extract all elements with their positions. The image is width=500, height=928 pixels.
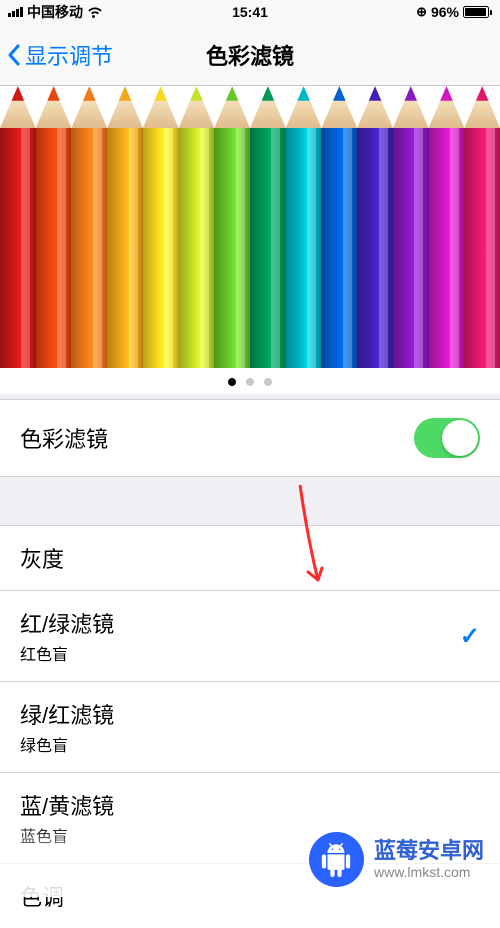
pencil: [0, 86, 36, 366]
page-dot[interactable]: [264, 378, 272, 386]
option-label: 色调: [20, 880, 64, 912]
pencil: [464, 86, 500, 366]
pencil: [286, 86, 322, 366]
filter-options: 灰度红/绿滤镜红色盲✓绿/红滤镜绿色盲蓝/黄滤镜蓝色盲色调: [0, 525, 500, 928]
filter-option[interactable]: 色调: [0, 864, 500, 928]
color-filter-toggle-row: 色彩滤镜: [0, 400, 500, 476]
toggle-label: 色彩滤镜: [20, 422, 108, 454]
filter-option[interactable]: 蓝/黄滤镜蓝色盲: [0, 773, 500, 864]
chevron-left-icon: [6, 43, 22, 67]
pencil: [179, 86, 215, 366]
page-title: 色彩滤镜: [206, 39, 294, 71]
page-dot[interactable]: [246, 378, 254, 386]
pencil: [250, 86, 286, 366]
toggle-knob: [442, 420, 478, 456]
option-sublabel: 红色盲: [20, 641, 114, 665]
toggle-section: 色彩滤镜: [0, 399, 500, 477]
status-bar: 中国移动 15:41 ⊕ 96%: [0, 0, 500, 24]
pencil: [214, 86, 250, 366]
option-label: 红/绿滤镜: [20, 607, 114, 639]
pencil: [321, 86, 357, 366]
wifi-icon: [87, 6, 103, 18]
pencil: [357, 86, 393, 366]
page-dot[interactable]: [228, 378, 236, 386]
filter-option[interactable]: 灰度: [0, 526, 500, 591]
pencil: [36, 86, 72, 366]
filter-option[interactable]: 绿/红滤镜绿色盲: [0, 682, 500, 773]
option-label: 绿/红滤镜: [20, 698, 114, 730]
status-left: 中国移动: [8, 2, 103, 22]
pencil: [393, 86, 429, 366]
pencil-preview[interactable]: [0, 86, 500, 394]
signal-icon: [8, 7, 23, 17]
battery-percent: 96%: [431, 4, 459, 20]
option-sublabel: 蓝色盲: [20, 823, 114, 847]
pencil: [143, 86, 179, 366]
status-right: ⊕ 96%: [416, 4, 492, 20]
option-sublabel: 绿色盲: [20, 732, 114, 756]
orientation-lock-icon: ⊕: [416, 4, 427, 20]
pencil: [429, 86, 465, 366]
pencil: [107, 86, 143, 366]
checkmark-icon: ✓: [460, 622, 480, 651]
option-label: 灰度: [20, 542, 64, 574]
page-indicator[interactable]: [228, 378, 272, 386]
carrier-label: 中国移动: [27, 2, 83, 22]
pencil: [71, 86, 107, 366]
back-button[interactable]: 显示调节: [0, 39, 113, 71]
nav-bar: 显示调节 色彩滤镜: [0, 24, 500, 86]
back-label: 显示调节: [25, 39, 113, 71]
battery-icon: [463, 6, 492, 18]
filter-option[interactable]: 红/绿滤镜红色盲 ✓: [0, 591, 500, 682]
color-filter-toggle[interactable]: [414, 418, 480, 458]
option-label: 蓝/黄滤镜: [20, 789, 114, 821]
status-time: 15:41: [232, 4, 268, 20]
